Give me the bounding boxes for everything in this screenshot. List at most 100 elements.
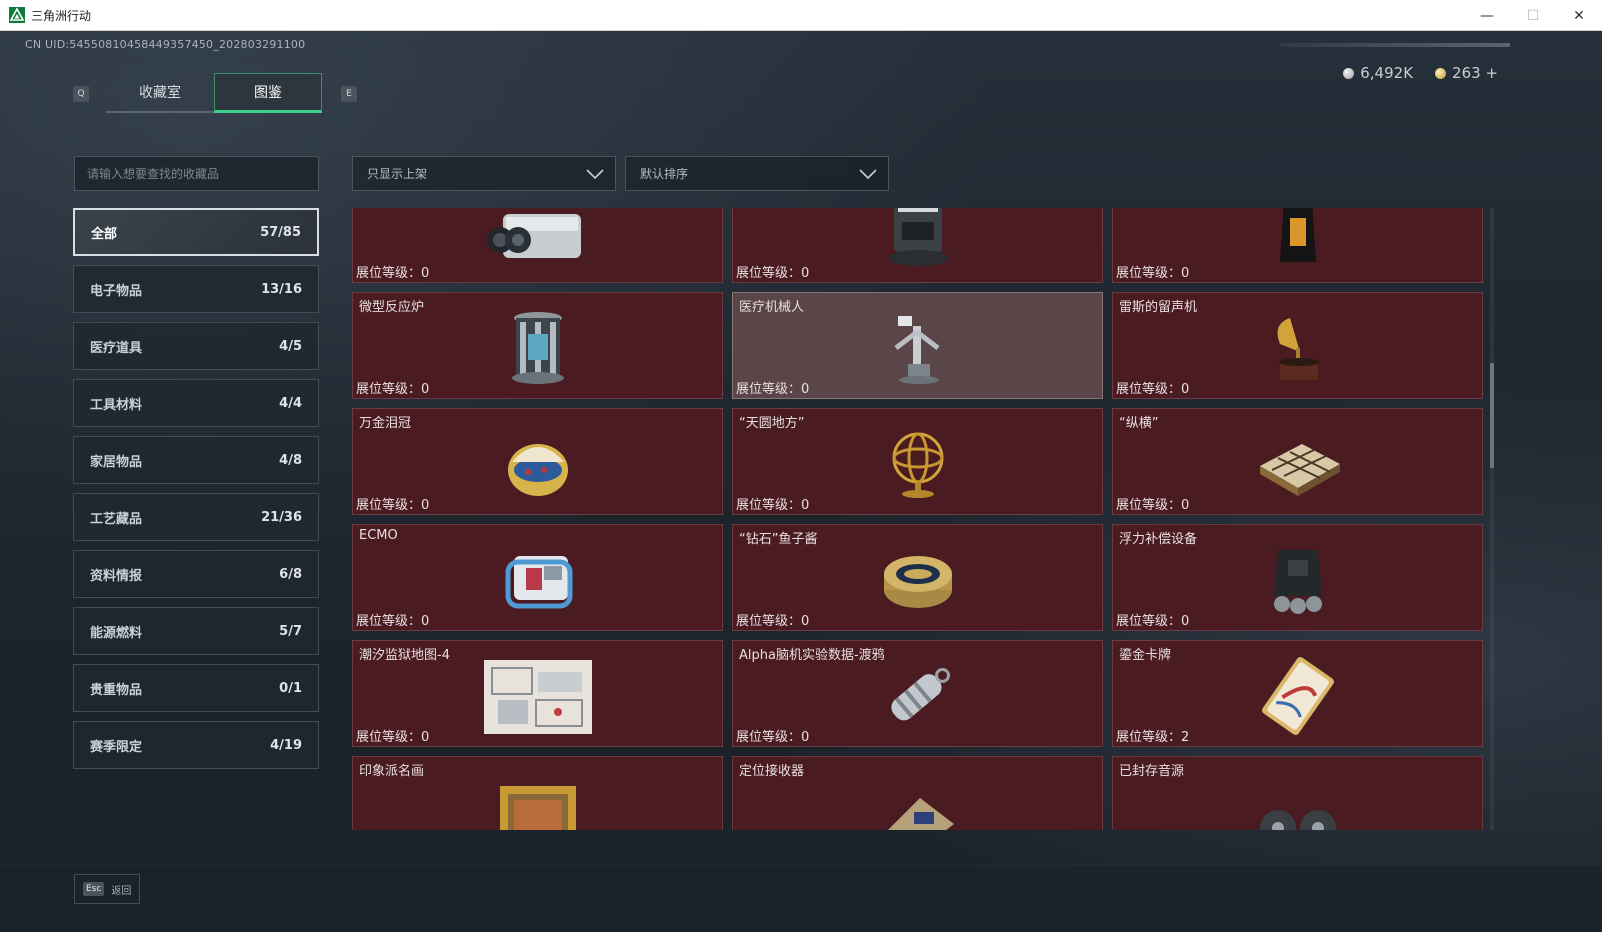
tab-catalog[interactable]: 图鉴: [214, 73, 322, 113]
category-tools[interactable]: 工具材料 4/4: [73, 379, 319, 427]
item-card[interactable]: 展位等级：0: [732, 208, 1103, 283]
back-label: 返回: [111, 885, 132, 897]
item-card[interactable]: 鎏金卡牌 展位等级：2: [1112, 640, 1483, 747]
item-card[interactable]: 展位等级：0: [1112, 208, 1483, 283]
item-name: 微型反应炉: [359, 300, 425, 315]
category-all[interactable]: 全部 57/85: [73, 208, 319, 256]
item-level: 展位等级：0: [356, 614, 430, 629]
next-tab-key-hint[interactable]: E: [341, 86, 357, 102]
category-label: 全部: [91, 226, 118, 242]
prison-map-icon: [478, 651, 598, 741]
item-name: 浮力补偿设备: [1119, 532, 1198, 547]
item-card[interactable]: 展位等级：0: [352, 208, 723, 283]
item-level: 展位等级：0: [1116, 614, 1190, 629]
sort-dropdown[interactable]: 默认排序: [625, 156, 889, 191]
item-level: 展位等级：0: [1116, 266, 1190, 281]
item-card[interactable]: “天圆地方” 展位等级：0: [732, 408, 1103, 515]
item-name: 雷斯的留声机: [1119, 300, 1198, 315]
category-crafts[interactable]: 工艺藏品 21/36: [73, 493, 319, 541]
tab-bar: 收藏室 图鉴: [106, 73, 322, 113]
item-card[interactable]: 万金泪冠 展位等级：0: [352, 408, 723, 515]
item-name: 鎏金卡牌: [1119, 648, 1172, 663]
category-count: 6/8: [279, 566, 302, 582]
camera-array-icon: [478, 208, 598, 277]
gramophone-icon: [1238, 303, 1358, 393]
display-filter-value: 只显示上架: [367, 167, 428, 181]
robot-vacuum-icon: [858, 208, 978, 277]
item-level: 展位等级：0: [356, 382, 430, 397]
item-name: 定位接收器: [739, 764, 805, 779]
item-card[interactable]: 浮力补偿设备 展位等级：0: [1112, 524, 1483, 631]
item-grid-viewport: 展位等级：0 展位等级：0 展位等级：0 微型反应炉 展位等级：0 医疗机械人 …: [352, 208, 1492, 830]
category-label: 家居物品: [90, 454, 143, 470]
item-card[interactable]: “纵横” 展位等级：0: [1112, 408, 1483, 515]
category-count: 4/4: [279, 395, 302, 411]
sort-value: 默认排序: [640, 167, 689, 181]
game-canvas: CN UID:54550810458449357450_202803291100…: [0, 31, 1602, 932]
category-count: 4/8: [279, 452, 302, 468]
category-season-limited[interactable]: 赛季限定 4/19: [73, 721, 319, 769]
minimize-button[interactable]: —: [1464, 0, 1510, 31]
category-label: 赛季限定: [90, 739, 143, 755]
item-level: 展位等级：0: [736, 498, 810, 513]
top-decoration: [1280, 43, 1510, 47]
currency-display: 6,492K 263 +: [1343, 64, 1498, 82]
category-count: 57/85: [260, 224, 301, 240]
caviar-tin-icon: [858, 535, 978, 625]
search-input[interactable]: [74, 156, 319, 191]
silver-coin-icon: [1343, 67, 1355, 79]
category-medical[interactable]: 医疗道具 4/5: [73, 322, 319, 370]
window-title: 三角洲行动: [31, 8, 92, 23]
back-button[interactable]: Esc 返回: [74, 874, 140, 904]
item-card[interactable]: Alpha脑机实验数据-渡鸦 展位等级：0: [732, 640, 1103, 747]
display-filter-dropdown[interactable]: 只显示上架: [352, 156, 616, 191]
currency-silver: 6,492K: [1343, 64, 1413, 82]
chessboard-icon: [1238, 419, 1358, 509]
item-grid-scrollbar[interactable]: [1490, 208, 1494, 830]
item-level: 展位等级：0: [1116, 498, 1190, 513]
category-electronics[interactable]: 电子物品 13/16: [73, 265, 319, 313]
category-label: 工艺藏品: [90, 511, 143, 527]
category-count: 4/5: [279, 338, 302, 354]
app-logo-icon: [9, 7, 25, 23]
category-valuables[interactable]: 贵重物品 0/1: [73, 664, 319, 712]
item-level: 展位等级：2: [1116, 730, 1190, 745]
maximize-button[interactable]: ☐: [1510, 0, 1556, 31]
category-count: 4/19: [270, 737, 302, 753]
category-intel[interactable]: 资料情报 6/8: [73, 550, 319, 598]
item-name: “天圆地方”: [739, 416, 805, 431]
category-label: 医疗道具: [90, 340, 143, 356]
item-card[interactable]: ECMO 展位等级：0: [352, 524, 723, 631]
gold-amount[interactable]: 263 +: [1452, 64, 1498, 82]
category-label: 资料情报: [90, 568, 143, 584]
window-titlebar: 三角洲行动 — ☐ ✕: [0, 0, 1602, 31]
framed-painting-icon: [478, 767, 598, 830]
item-card[interactable]: 潮汐监狱地图-4 展位等级：0: [352, 640, 723, 747]
prev-tab-key-hint[interactable]: Q: [73, 86, 89, 102]
item-card[interactable]: 微型反应炉 展位等级：0: [352, 292, 723, 399]
item-level: 展位等级：0: [1116, 382, 1190, 397]
item-card[interactable]: 雷斯的留声机 展位等级：0: [1112, 292, 1483, 399]
category-energy[interactable]: 能源燃料 5/7: [73, 607, 319, 655]
close-button[interactable]: ✕: [1556, 0, 1602, 31]
item-name: “钻石”鱼子酱: [739, 532, 818, 547]
category-household[interactable]: 家居物品 4/8: [73, 436, 319, 484]
chevron-down-icon: [586, 169, 604, 180]
item-card[interactable]: 印象派名画: [352, 756, 723, 830]
gold-coin-icon: [1435, 67, 1447, 79]
item-card[interactable]: “钻石”鱼子酱 展位等级：0: [732, 524, 1103, 631]
item-card[interactable]: 医疗机械人 展位等级：0: [732, 292, 1103, 399]
buoyancy-vest-icon: [1238, 535, 1358, 625]
category-label: 能源燃料: [90, 625, 143, 641]
category-label: 电子物品: [90, 283, 143, 299]
item-card[interactable]: 定位接收器: [732, 756, 1103, 830]
item-name: “纵横”: [1119, 416, 1159, 431]
item-card[interactable]: 已封存音源: [1112, 756, 1483, 830]
item-level: 展位等级：0: [736, 614, 810, 629]
scrollbar-thumb[interactable]: [1490, 363, 1494, 468]
item-grid: 展位等级：0 展位等级：0 展位等级：0 微型反应炉 展位等级：0 医疗机械人 …: [352, 208, 1483, 830]
currency-gold[interactable]: 263 +: [1435, 64, 1498, 82]
tab-collection-room[interactable]: 收藏室: [106, 73, 214, 113]
item-level: 展位等级：0: [356, 266, 430, 281]
armillary-sphere-icon: [858, 419, 978, 509]
